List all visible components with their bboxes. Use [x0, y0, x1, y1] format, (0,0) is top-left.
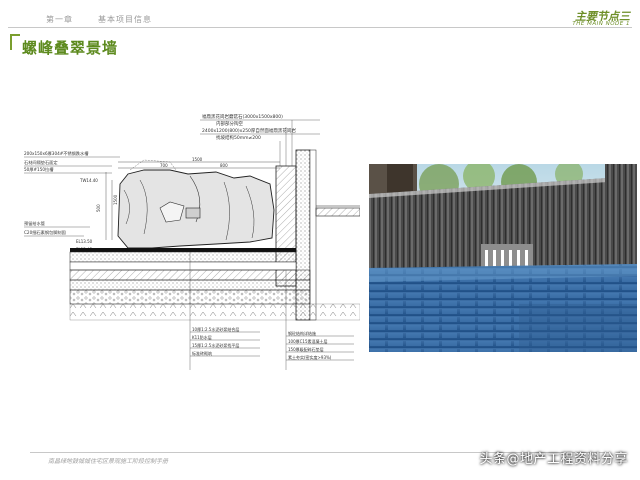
label-trough: 200x150x6厚304#不锈钢跌水槽: [24, 150, 89, 157]
left-labels: 200x150x6厚304#不锈钢跌水槽 石材间隔垫石面定 50厚#150拉槽 …: [24, 150, 120, 237]
label-rc-structure: 钢砼结构详结施: [288, 330, 316, 336]
dim-rock-height: 1500: [113, 194, 118, 205]
label-leveling: 15厚1:2.5水泥砂浆找平层: [192, 342, 239, 348]
label-mortar: 10厚1:2.5水泥砂浆结合层: [192, 326, 239, 332]
base-layers: [69, 248, 360, 321]
dim-left-width: 700: [160, 163, 168, 168]
title-bracket: [10, 34, 20, 50]
render-image: [369, 164, 637, 352]
watermark: 头条@地产工程资料分享: [479, 452, 628, 467]
label-brick: 标准砖砌筑: [192, 350, 212, 356]
page-title: 螺峰叠翠景墙: [22, 39, 119, 57]
section-drawing: 福鼎黑花岗岩蘑菇石(3000x1500x800) 内部部分掏空 2400x120…: [24, 113, 360, 370]
elev-tw-top: TW14.40: [79, 178, 98, 183]
label-groove: 50厚#150拉槽: [24, 166, 54, 173]
label-concrete-base: C20细石素钢包脚刻固: [24, 229, 66, 236]
rock-mass: [117, 159, 275, 249]
dim-right-width: 800: [220, 163, 228, 168]
bottom-left-labels: 10厚1:2.5水泥砂浆结合层 K11防水层 15厚1:2.5水泥砂浆找平层 标…: [192, 326, 239, 356]
header-chapter: 第一章: [46, 15, 73, 24]
bottom-right-labels: 钢砼结构详结施 100厚C15素混凝土层 150厚级配碎石垫层 素土夯实(密实度…: [288, 330, 332, 360]
label-slope: 找坡结构50mm≠200: [216, 134, 261, 141]
footer-note: 南昌绿地鼓城城住宅区景观施工阶段控制手册: [48, 458, 169, 465]
label-spacer: 石材间隔垫石面定: [24, 159, 58, 166]
label-c15: 100厚C15素混凝土层: [288, 338, 328, 344]
header-rule: [8, 27, 632, 28]
elev-el-pool: EL13.50: [76, 239, 93, 244]
header-section: 基本项目信息: [98, 15, 152, 24]
dim-total-width: 1500: [192, 157, 203, 162]
label-rock-spec: 福鼎黑花岗岩蘑菇石(3000x1500x800): [202, 113, 283, 120]
dim-height: 500: [96, 204, 101, 212]
label-hollow: 内部部分掏空: [216, 120, 243, 127]
label-compacted-soil: 素土夯实(密实度>93%): [288, 354, 332, 360]
label-gravel-bed: 150厚级配碎石垫层: [288, 346, 324, 352]
label-waterproof: K11防水层: [192, 334, 212, 340]
label-granite-spec: 2400x1200(800)x250厚自然面福鼎黑花岗岩: [202, 127, 296, 134]
label-pipe: 预留给水管: [24, 220, 45, 227]
